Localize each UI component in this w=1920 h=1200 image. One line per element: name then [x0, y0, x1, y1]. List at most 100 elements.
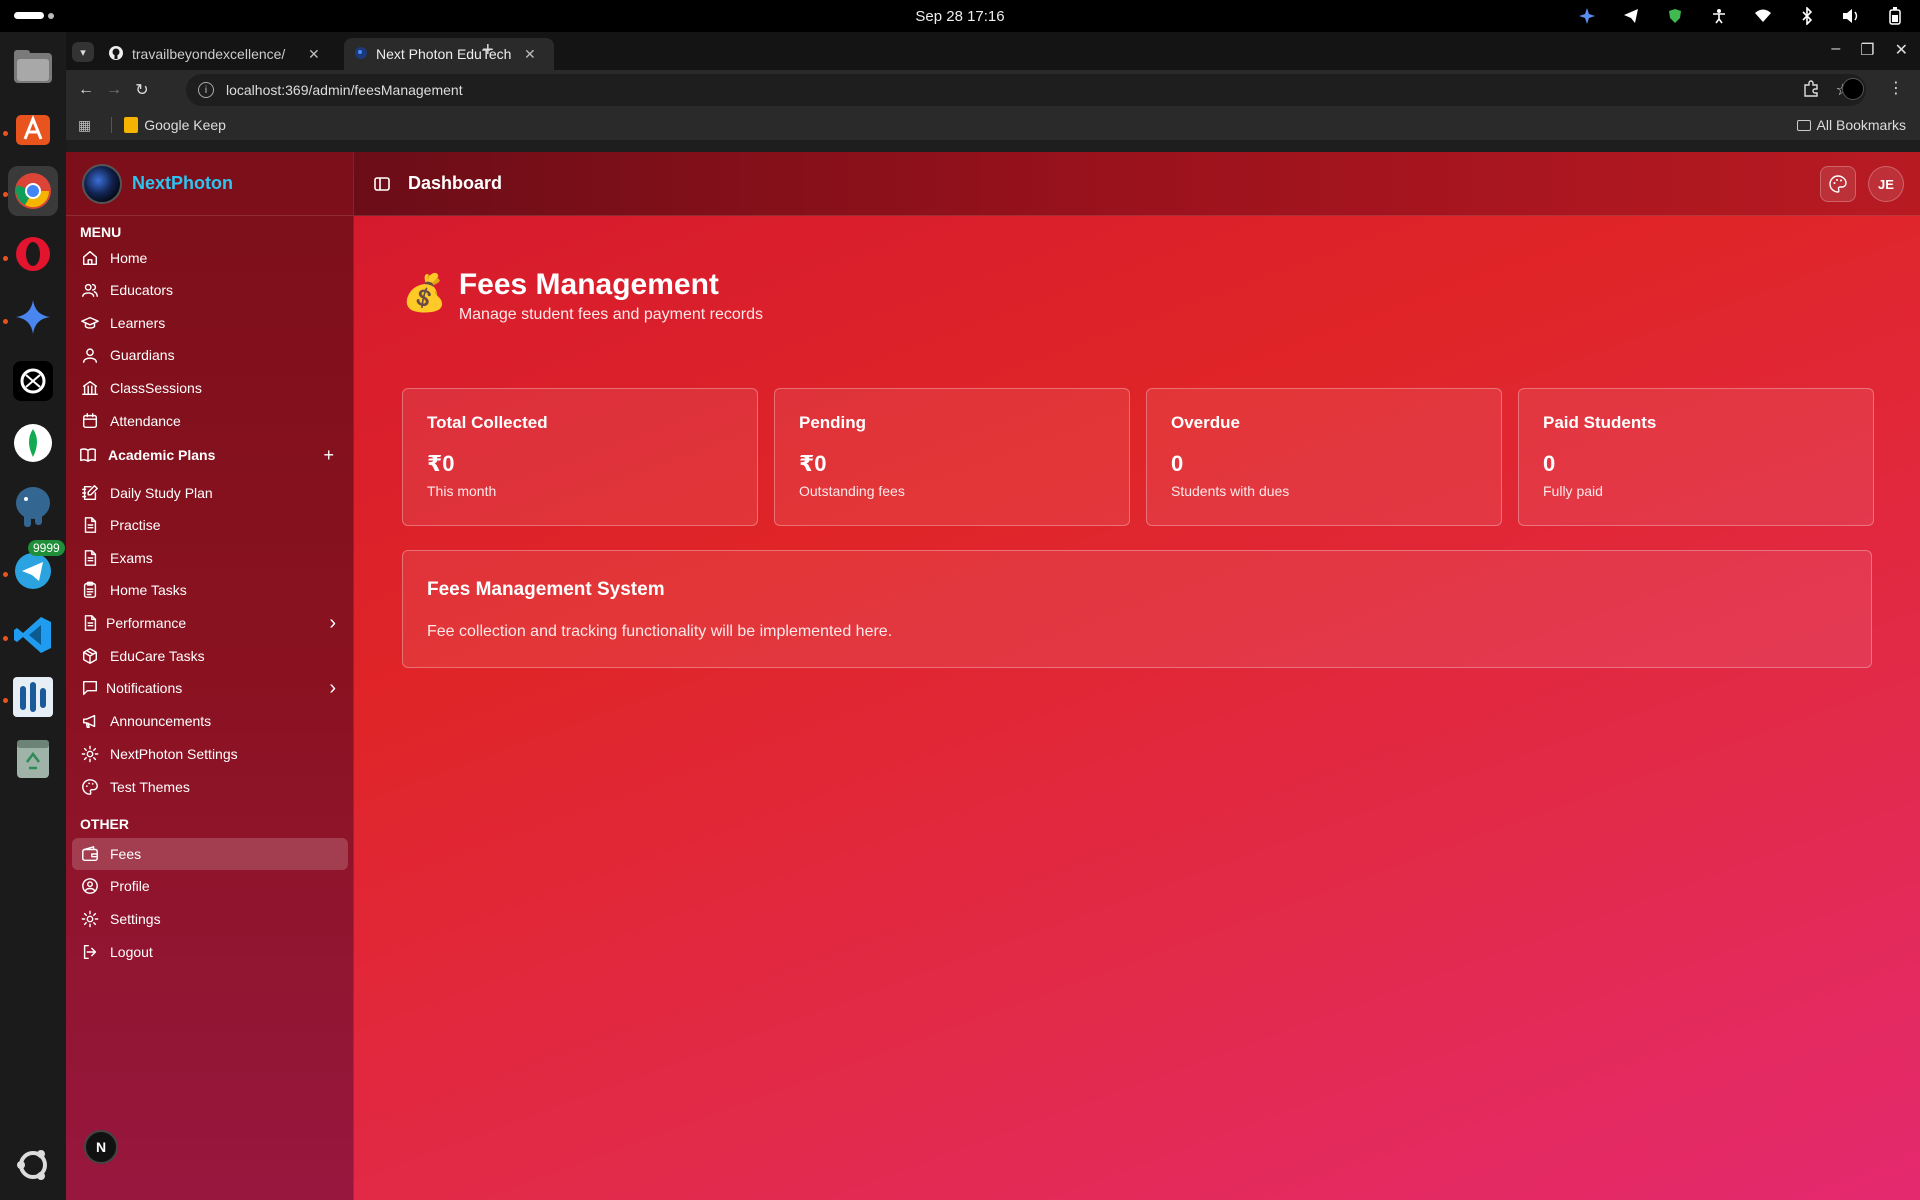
running-indicator — [3, 572, 8, 577]
shield-icon[interactable] — [1664, 5, 1686, 27]
sidebar-item-performance[interactable]: Performance › — [72, 607, 348, 639]
close-window-icon[interactable]: ✕ — [1895, 40, 1908, 60]
system-top-bar: Sep 28 17:16 — [0, 0, 1920, 32]
page-heading: 💰 Fees Management Manage student fees an… — [402, 268, 763, 324]
sidebar-item-label: Educators — [110, 282, 174, 298]
address-bar[interactable]: i localhost:369/admin/feesManagement ☆ — [186, 74, 1866, 106]
postgresql-icon[interactable] — [8, 482, 58, 532]
sidebar-item-logout[interactable]: Logout — [72, 936, 348, 968]
show-apps-icon[interactable] — [8, 1140, 58, 1190]
sidebar-item-educare-tasks[interactable]: EduCare Tasks — [72, 640, 348, 672]
volume-icon[interactable] — [1840, 5, 1862, 27]
tab-search-icon[interactable]: ▾ — [72, 42, 94, 62]
chevron-right-icon[interactable]: › — [329, 612, 336, 635]
mixer-app-icon[interactable] — [8, 672, 58, 722]
sidebar-item-home-tasks[interactable]: Home Tasks — [72, 574, 348, 606]
site-info-icon[interactable]: i — [198, 82, 214, 98]
new-tab-icon[interactable]: + — [482, 39, 494, 62]
chatgpt-icon[interactable] — [8, 356, 58, 406]
bookmark-google-keep[interactable]: Google Keep — [124, 117, 226, 133]
calendar-icon — [80, 411, 100, 431]
extensions-icon[interactable] — [1802, 80, 1820, 103]
notebook-pen-icon — [80, 483, 100, 503]
all-bookmarks-button[interactable]: All Bookmarks — [1796, 117, 1906, 133]
sidebar-item-label: ClassSessions — [110, 380, 202, 396]
user-avatar-button[interactable]: JE — [1868, 166, 1904, 202]
brand[interactable]: NextPhoton — [66, 152, 353, 216]
main-content: Dashboard JE 💰 Fees Management Manage st… — [354, 152, 1920, 1200]
sidebar-item-attendance[interactable]: Attendance — [72, 405, 348, 437]
url-text[interactable]: localhost:369/admin/feesManagement — [226, 82, 463, 98]
wifi-icon[interactable] — [1752, 5, 1774, 27]
sidebar-item-practise[interactable]: Practise — [72, 509, 348, 541]
reload-icon[interactable]: ↻ — [128, 80, 156, 100]
back-icon[interactable]: ← — [72, 81, 100, 99]
sidebar-item-learners[interactable]: Learners — [72, 307, 348, 339]
tab-github[interactable]: travailbeyondexcellence/ ✕ — [98, 38, 338, 70]
bluetooth-icon[interactable] — [1796, 5, 1818, 27]
message-square-icon — [80, 678, 100, 698]
money-bag-icon: 💰 — [402, 272, 447, 313]
package-icon — [80, 646, 100, 666]
sidebar-item-daily-study-plan[interactable]: Daily Study Plan — [72, 477, 348, 509]
theme-palette-button[interactable] — [1820, 166, 1856, 202]
sidebar-item-classsessions[interactable]: ClassSessions — [72, 372, 348, 404]
mongodb-compass-icon[interactable] — [8, 418, 58, 468]
activities-button[interactable] — [14, 12, 54, 19]
add-plan-icon[interactable]: + — [323, 445, 334, 466]
files-app-icon[interactable] — [8, 42, 58, 92]
more-menu-icon[interactable]: ⋮ — [1888, 78, 1904, 98]
sidebar-item-notifications[interactable]: Notifications › — [72, 672, 348, 704]
app-center-icon[interactable] — [8, 103, 58, 153]
fees-subtitle: Manage student fees and payment records — [458, 306, 764, 323]
chevron-right-icon[interactable]: › — [329, 677, 336, 700]
sidebar-item-label: Fees — [110, 846, 142, 862]
home-icon — [80, 248, 100, 268]
stat-card-total-collected: Total Collected ₹0 This month — [402, 388, 758, 526]
sidebar-item-test-themes[interactable]: Test Themes — [72, 771, 348, 803]
trash-icon[interactable] — [8, 734, 58, 784]
sidebar-item-nextphoton-settings[interactable]: NextPhoton Settings — [72, 738, 348, 770]
sidebar-item-guardians[interactable]: Guardians — [72, 339, 348, 371]
close-icon[interactable]: ✕ — [308, 46, 320, 63]
sidebar-item-label: Practise — [110, 517, 161, 533]
sidebar-item-fees[interactable]: Fees — [72, 838, 348, 870]
close-icon[interactable]: ✕ — [524, 46, 536, 63]
tab-nextphoton[interactable]: Next Photon EduTech Ma ✕ — [344, 38, 554, 70]
folder-icon — [1796, 119, 1811, 131]
chrome-icon[interactable] — [8, 166, 58, 216]
user-avatar[interactable]: N — [84, 1130, 118, 1164]
forward-icon[interactable]: → — [100, 81, 128, 99]
card-subtext: Outstanding fees — [799, 483, 905, 499]
logout-icon — [80, 942, 100, 962]
sidebar-item-label: Announcements — [110, 713, 212, 729]
tab-strip: ▾ travailbeyondexcellence/ ✕ Next Photon… — [66, 32, 1920, 70]
sidebar-toggle-icon[interactable] — [372, 174, 392, 194]
sidebar-item-home[interactable]: Home — [72, 242, 348, 274]
telegram-icon[interactable]: 9999 — [8, 540, 65, 596]
tab-title: Next Photon EduTech Ma — [376, 46, 516, 62]
system-tray[interactable] — [1576, 5, 1906, 27]
sidebar-item-settings[interactable]: Settings — [72, 903, 348, 935]
accessibility-icon[interactable] — [1708, 5, 1730, 27]
minimize-icon[interactable]: – — [1831, 40, 1840, 60]
battery-icon[interactable] — [1884, 5, 1906, 27]
sidebar-item-academic-plans[interactable]: Academic Plans + — [72, 439, 348, 471]
sidebar-item-educators[interactable]: Educators — [72, 274, 348, 306]
gemini-icon[interactable] — [1576, 5, 1598, 27]
apps-grid-icon[interactable]: ▦ — [78, 117, 91, 134]
palette-icon — [80, 777, 100, 797]
profile-avatar[interactable] — [1842, 78, 1864, 100]
gemini-app-icon[interactable] — [8, 292, 58, 342]
card-subtext: Fully paid — [1543, 483, 1603, 499]
vscode-icon[interactable] — [8, 610, 58, 660]
main-header: Dashboard JE — [354, 152, 1920, 216]
opera-icon[interactable] — [8, 229, 58, 279]
maximize-icon[interactable]: ❐ — [1860, 40, 1874, 60]
sidebar-item-exams[interactable]: Exams — [72, 542, 348, 574]
sidebar-item-profile[interactable]: Profile — [72, 870, 348, 902]
telegram-tray-icon[interactable] — [1620, 5, 1642, 27]
other-section-label: OTHER — [80, 816, 129, 832]
notification-badge: 9999 — [28, 540, 65, 556]
sidebar-item-announcements[interactable]: Announcements — [72, 705, 348, 737]
